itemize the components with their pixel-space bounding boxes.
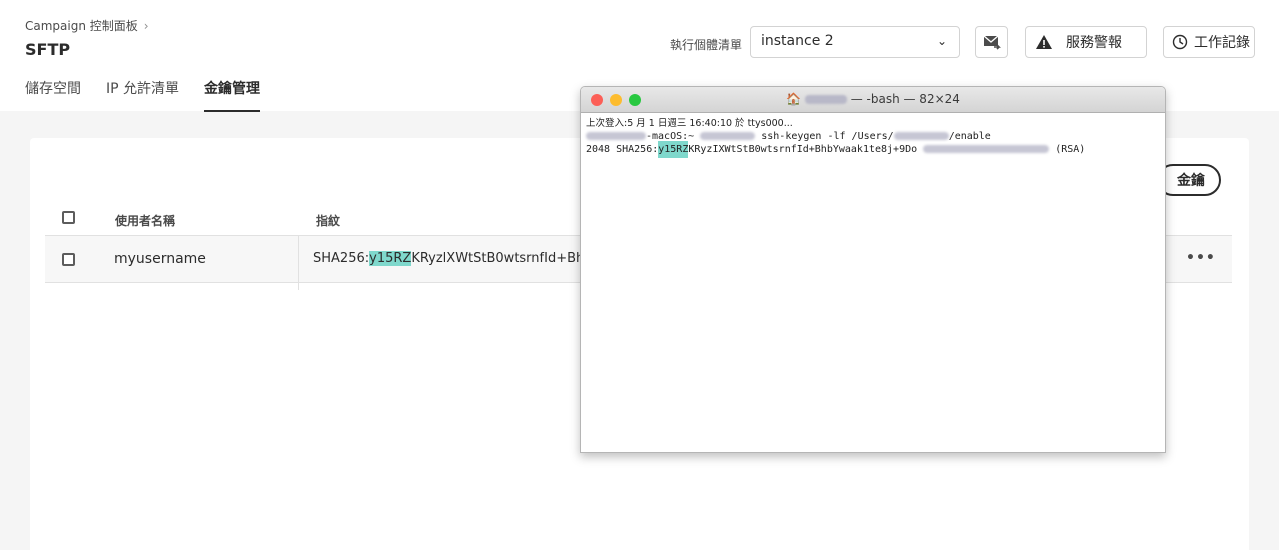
page-title: SFTP [25, 40, 71, 59]
add-key-label: 金鑰 [1177, 173, 1205, 189]
service-alerts-label: 服務警報 [1066, 35, 1122, 51]
instance-select-value: instance 2 [761, 33, 834, 49]
redacted-host [586, 132, 646, 140]
more-actions-button[interactable]: ••• [1186, 250, 1216, 266]
fingerprint-cell: SHA256:y15RZKRyzlXWtStB0wtsrnfId+BhbYwaa… [313, 251, 581, 266]
breadcrumb[interactable]: Campaign 控制面板 › [25, 17, 149, 34]
tab-key-management[interactable]: 金鑰管理 [204, 78, 261, 112]
chevron-right-icon: › [143, 18, 149, 33]
terminal-output-highlight: y15RZ [658, 141, 689, 158]
terminal-output-rest: KRyzIXWtStB0wtsrnfId+BhbYwaak1te8j+9Do [688, 144, 918, 155]
add-key-button[interactable]: 金鑰 [1157, 164, 1221, 196]
tab-storage[interactable]: 儲存空間 [25, 78, 81, 112]
redacted-path [893, 132, 949, 140]
column-header-username[interactable]: 使用者名稱 [115, 212, 175, 229]
history-icon [1172, 34, 1188, 50]
warning-icon [1036, 35, 1052, 49]
terminal-output-prefix: 2048 SHA256: [586, 144, 659, 155]
service-alerts-button[interactable]: 服務警報 [1025, 26, 1147, 58]
job-log-label: 工作記錄 [1194, 35, 1250, 51]
terminal-title: 🏠 — -bash — 82×24 [581, 92, 1165, 106]
tab-bar: 儲存空間 IP 允許清單 金鑰管理 [25, 78, 285, 112]
tab-ip-allowlist[interactable]: IP 允許清單 [106, 78, 179, 112]
username-cell: myusername [114, 251, 206, 267]
home-icon: 🏠 [786, 92, 802, 106]
terminal-content[interactable]: 上次登入:5 月 1 日週三 16:40:10 於 ttys000... -ma… [581, 113, 1165, 160]
terminal-login-line: 上次登入:5 月 1 日週三 16:40:10 於 ttys000... [586, 118, 793, 129]
send-mail-button[interactable] [975, 26, 1008, 58]
terminal-output-line: 2048 SHA256:y15RZKRyzIXWtStB0wtsrnfId+Bh… [586, 141, 1160, 158]
redacted-user [700, 132, 756, 140]
terminal-titlebar[interactable]: 🏠 — -bash — 82×24 [581, 87, 1165, 113]
redacted-username [804, 95, 847, 104]
redacted-email [923, 145, 1050, 153]
job-log-button[interactable]: 工作記錄 [1163, 26, 1255, 58]
terminal-command: ssh-keygen -lf /Users/ [761, 131, 894, 142]
fingerprint-rest: KRyzlXWtStB0wtsrnfId+BhbYwaak [411, 251, 581, 266]
fingerprint-highlight: y15RZ [369, 251, 412, 266]
select-all-checkbox[interactable] [62, 211, 75, 224]
terminal-window[interactable]: 🏠 — -bash — 82×24 上次登入:5 月 1 日週三 16:40:1… [580, 86, 1166, 453]
row-checkbox[interactable] [62, 253, 75, 266]
column-header-fingerprint[interactable]: 指紋 [316, 212, 340, 229]
fingerprint-prefix: SHA256: [313, 251, 370, 266]
terminal-title-text: — -bash — 82×24 [850, 92, 960, 106]
column-divider [298, 236, 299, 290]
mail-send-icon [983, 35, 1001, 50]
breadcrumb-link[interactable]: Campaign 控制面板 [25, 17, 138, 34]
terminal-command-end: /enable [948, 131, 991, 142]
instance-select[interactable]: instance 2 ⌄ [750, 26, 960, 58]
chevron-down-icon: ⌄ [936, 34, 947, 48]
instance-list-label: 執行個體清單 [670, 38, 743, 52]
terminal-output-end: (RSA) [1055, 144, 1086, 155]
